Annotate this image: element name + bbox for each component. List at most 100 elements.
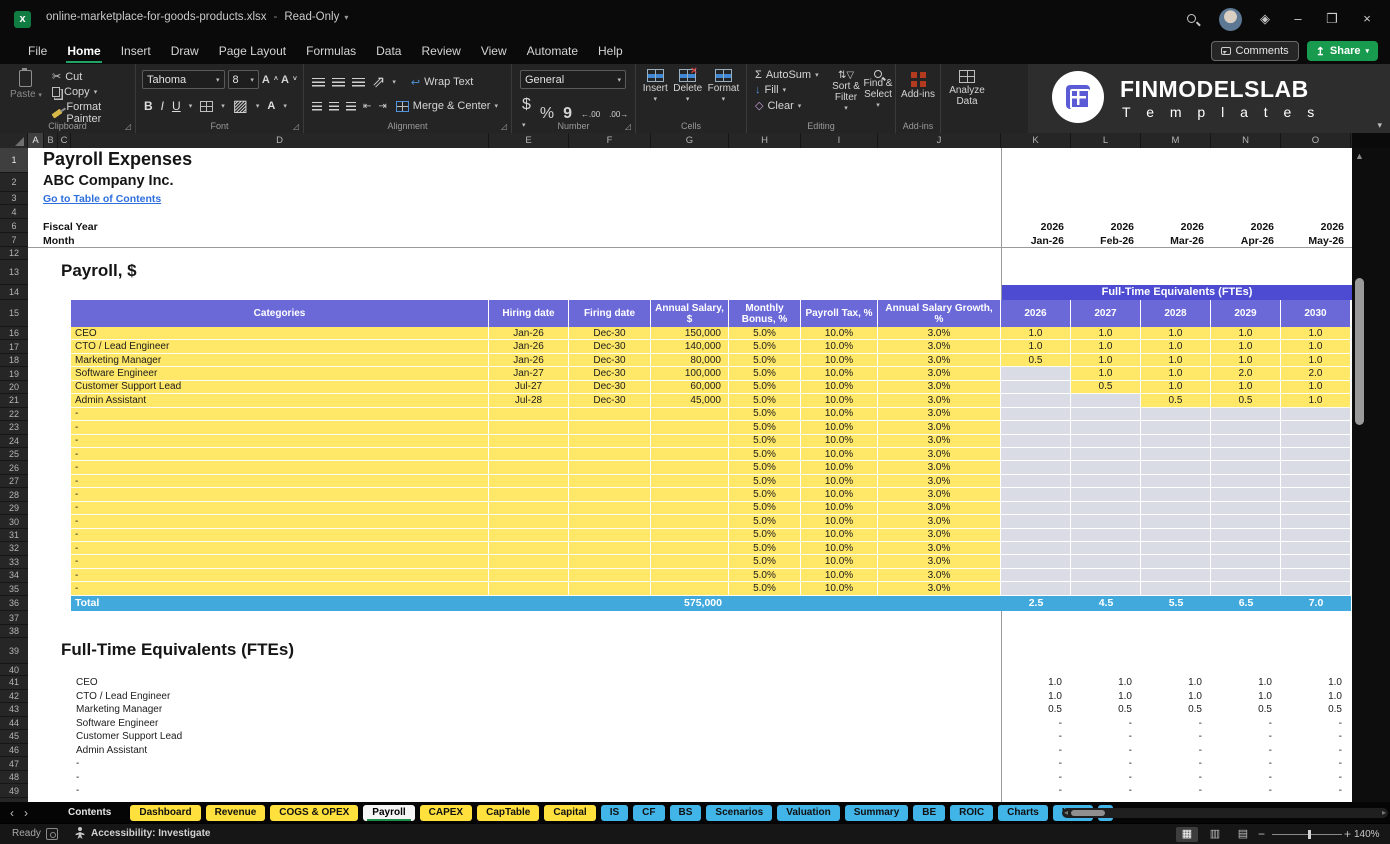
salary-cell[interactable]	[651, 448, 729, 461]
fte-value-cell[interactable]: -	[1071, 771, 1141, 785]
hiring-date-cell[interactable]	[489, 515, 569, 528]
row-header-26[interactable]: 26	[0, 462, 28, 475]
fte-cell[interactable]	[1071, 515, 1141, 528]
tax-cell[interactable]: 10.0%	[801, 542, 878, 555]
fte-value-cell[interactable]: 1.0	[1071, 690, 1141, 704]
fte-cell[interactable]	[1001, 502, 1071, 515]
year-header-cell[interactable]: 2028	[1141, 300, 1211, 327]
salary-cell[interactable]	[651, 582, 729, 595]
tax-cell[interactable]: 10.0%	[801, 394, 878, 407]
salary-cell[interactable]	[651, 435, 729, 448]
fte-value-cell[interactable]: 1.0	[1211, 690, 1281, 704]
growth-cell[interactable]: 3.0%	[878, 529, 1001, 542]
row-header-13[interactable]: 13	[0, 260, 28, 285]
bold-button[interactable]: B	[144, 99, 153, 113]
increase-indent-icon[interactable]: ⇥	[378, 101, 386, 112]
fte-cell[interactable]	[1281, 542, 1351, 555]
copy-button[interactable]: Copy ▾	[52, 86, 135, 98]
font-name-select[interactable]: Tahoma▾	[142, 70, 225, 89]
fte-cell[interactable]	[1211, 461, 1281, 474]
fte-cell[interactable]	[1071, 394, 1141, 407]
fte-value-cell[interactable]: -	[1211, 717, 1281, 731]
salary-cell[interactable]	[651, 421, 729, 434]
row-header-22[interactable]: 22	[0, 408, 28, 421]
fte-value-cell[interactable]: -	[1071, 784, 1141, 798]
row-header-35[interactable]: 35	[0, 583, 28, 596]
fte-value-cell[interactable]: 0.5	[1141, 703, 1211, 717]
underline-button[interactable]: U	[172, 99, 181, 113]
align-middle-icon[interactable]	[332, 78, 345, 87]
fte-value-cell[interactable]: -	[1071, 717, 1141, 731]
align-left-icon[interactable]	[312, 102, 322, 111]
column-header-L[interactable]: L	[1071, 133, 1141, 148]
tax-cell[interactable]: 10.0%	[801, 448, 878, 461]
collapse-ribbon-icon[interactable]: ▾	[1377, 120, 1382, 131]
minimize-button[interactable]: –	[1283, 9, 1313, 29]
fiscal-year-cell-0[interactable]: 2026	[1001, 220, 1071, 234]
fte-value-cell[interactable]: -	[1141, 744, 1211, 758]
menu-data[interactable]: Data	[375, 40, 402, 62]
decrease-indent-icon[interactable]: ⇤	[363, 101, 371, 112]
row-header-44[interactable]: 44	[0, 717, 28, 731]
fte-cell[interactable]	[1141, 582, 1211, 595]
salary-cell[interactable]	[651, 515, 729, 528]
category-cell[interactable]: CTO / Lead Engineer	[71, 340, 489, 353]
table-header-cell[interactable]: Monthly Bonus, %	[729, 300, 801, 327]
total-label-cell[interactable]: Total	[71, 596, 489, 611]
salary-cell[interactable]	[651, 555, 729, 568]
bonus-cell[interactable]: 5.0%	[729, 502, 801, 515]
fte-cell[interactable]: 1.0	[1281, 340, 1351, 353]
fte-cell[interactable]	[1071, 461, 1141, 474]
row-header-33[interactable]: 33	[0, 556, 28, 569]
decrease-decimal-button[interactable]: .00→	[609, 110, 628, 119]
scroll-left-icon[interactable]: ◂	[1064, 808, 1068, 818]
fte-value-cell[interactable]: -	[1211, 744, 1281, 758]
salary-cell[interactable]	[651, 569, 729, 582]
fte-cell[interactable]	[1071, 488, 1141, 501]
fte-cell[interactable]: 1.0	[1281, 381, 1351, 394]
sheet-tab-scenarios[interactable]: Scenarios	[706, 805, 772, 821]
fte-cell[interactable]	[1141, 569, 1211, 582]
firing-date-cell[interactable]	[569, 448, 651, 461]
tab-scroll-right-icon[interactable]: ›	[24, 806, 28, 820]
fte-cell[interactable]	[1281, 488, 1351, 501]
row-header-47[interactable]: 47	[0, 757, 28, 771]
fte-value-cell[interactable]: 1.0	[1001, 690, 1071, 704]
growth-cell[interactable]: 3.0%	[878, 394, 1001, 407]
category-cell[interactable]: -	[71, 421, 489, 434]
fte-value-cell[interactable]: -	[1071, 730, 1141, 744]
row-header-19[interactable]: 19	[0, 367, 28, 380]
scroll-up-icon[interactable]: ▲	[1355, 151, 1364, 161]
category-cell[interactable]: -	[71, 461, 489, 474]
total-fte-cell[interactable]: 5.5	[1141, 596, 1211, 611]
fte-value-cell[interactable]: -	[1211, 757, 1281, 771]
fte-cell[interactable]	[1141, 475, 1211, 488]
growth-cell[interactable]: 3.0%	[878, 582, 1001, 595]
salary-cell[interactable]: 80,000	[651, 354, 729, 367]
vertical-scroll-thumb[interactable]	[1355, 278, 1364, 425]
category-cell[interactable]: -	[71, 542, 489, 555]
column-header-E[interactable]: E	[489, 133, 569, 148]
table-header-cell[interactable]: Payroll Tax, %	[801, 300, 878, 327]
sheet-tab-bs[interactable]: BS	[670, 805, 702, 821]
fte-value-cell[interactable]: -	[1281, 784, 1351, 798]
column-header-I[interactable]: I	[801, 133, 878, 148]
total-cell[interactable]	[489, 596, 569, 611]
fte-value-cell[interactable]: 0.5	[1211, 703, 1281, 717]
fte-cell[interactable]: 1.0	[1141, 340, 1211, 353]
cut-button[interactable]: ✂Cut	[52, 70, 135, 83]
bonus-cell[interactable]: 5.0%	[729, 435, 801, 448]
fte-cell[interactable]	[1071, 569, 1141, 582]
fte-cell[interactable]	[1281, 555, 1351, 568]
bonus-cell[interactable]: 5.0%	[729, 421, 801, 434]
fte-cell[interactable]	[1001, 529, 1071, 542]
vertical-scrollbar[interactable]: ▲	[1352, 148, 1390, 802]
fte-cell[interactable]	[1071, 408, 1141, 421]
increase-decimal-button[interactable]: ←.00	[581, 110, 600, 119]
hiring-date-cell[interactable]	[489, 408, 569, 421]
total-fte-cell[interactable]: 4.5	[1071, 596, 1141, 611]
fte-cell[interactable]: 1.0	[1211, 340, 1281, 353]
row-header-41[interactable]: 41	[0, 676, 28, 690]
row-header-14[interactable]: 14	[0, 285, 28, 300]
zoom-slider-thumb[interactable]	[1308, 830, 1311, 839]
